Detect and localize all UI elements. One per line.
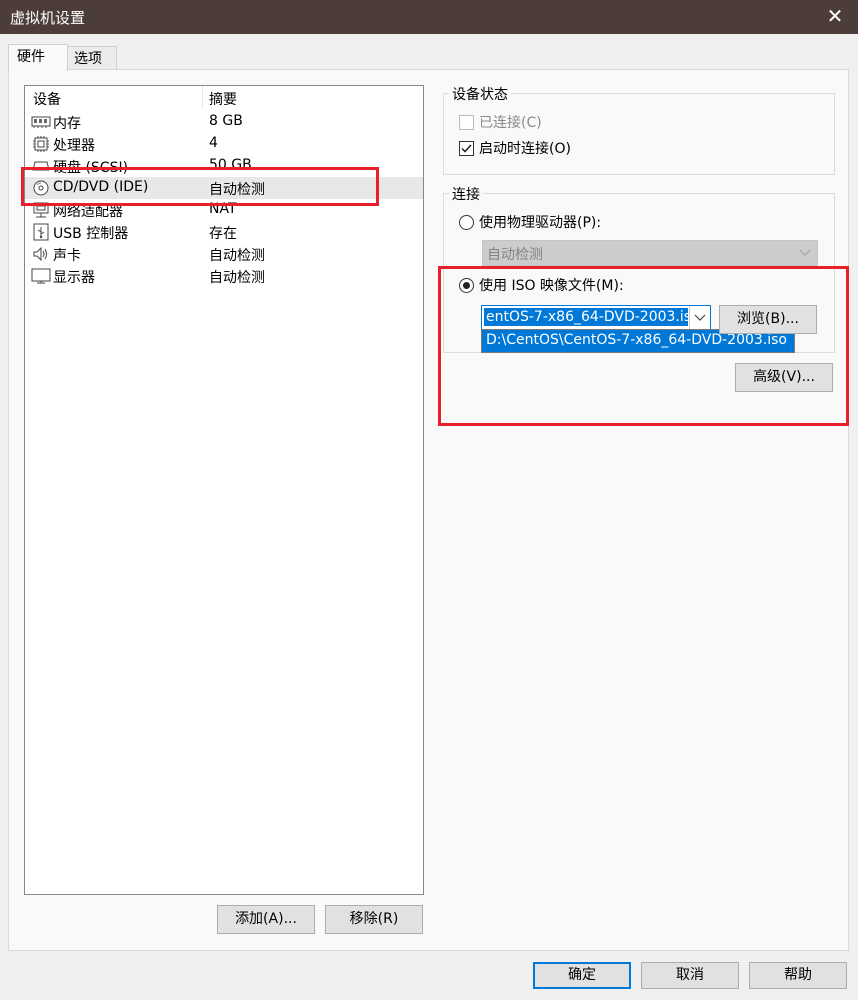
connected-label: 已连接(C) (479, 115, 542, 131)
iso-image-radio[interactable] (459, 278, 474, 293)
physical-drive-label: 使用物理驱动器(P): (479, 215, 602, 231)
iso-path-combobox[interactable]: entOS-7-x86_64-DVD-2003.iso (481, 305, 711, 331)
device-name: 硬盘 (SCSI) (53, 160, 129, 176)
device-name: 网络适配器 (53, 204, 123, 220)
device-name: 处理器 (53, 138, 95, 154)
tab-hardware[interactable]: 硬件 (8, 44, 68, 71)
processor-icon (33, 136, 49, 152)
window-title: 虚拟机设置 (10, 9, 86, 27)
device-status-group (443, 93, 835, 175)
device-row-sound[interactable]: 声卡 自动检测 (25, 243, 423, 265)
radio-dot (463, 282, 470, 289)
column-header-summary[interactable]: 摘要 (209, 89, 237, 109)
remove-button[interactable]: 移除(R) (325, 905, 423, 934)
cd-dvd-icon (33, 180, 49, 196)
physical-drive-value: 自动检测 (487, 247, 543, 263)
chevron-down-icon (694, 314, 706, 321)
memory-icon (31, 116, 51, 128)
device-list[interactable]: 设备 摘要 内存 8 GB 处理器 4 硬盘 (SCSI) 50 GB CD/D… (24, 85, 424, 895)
connection-legend: 连接 (449, 184, 483, 204)
title-bar: 虚拟机设置 ✕ (0, 0, 858, 34)
add-button[interactable]: 添加(A)... (217, 905, 315, 934)
device-row-processor[interactable]: 处理器 4 (25, 133, 423, 155)
column-header-device[interactable]: 设备 (33, 89, 61, 109)
device-row-network-adapter[interactable]: 网络适配器 NAT (25, 199, 423, 221)
iso-path-dropdown-button[interactable] (689, 306, 710, 330)
cancel-button[interactable]: 取消 (641, 962, 739, 989)
chevron-down-icon (799, 249, 811, 256)
advanced-button[interactable]: 高级(V)... (735, 363, 833, 392)
iso-path-option[interactable]: D:\CentOS\CentOS-7-x86_64-DVD-2003.iso (486, 332, 787, 348)
connect-at-power-on-checkbox[interactable] (459, 141, 474, 156)
network-adapter-icon (33, 202, 49, 218)
browse-button[interactable]: 浏览(B)... (719, 305, 817, 334)
device-row-display[interactable]: 显示器 自动检测 (25, 265, 423, 287)
device-row-hard-disk[interactable]: 硬盘 (SCSI) 50 GB (25, 155, 423, 177)
help-button[interactable]: 帮助 (749, 962, 847, 989)
tab-options[interactable]: 选项 (65, 46, 117, 71)
device-summary: 自动检测 (209, 270, 265, 286)
iso-path-input[interactable]: entOS-7-x86_64-DVD-2003.iso (484, 308, 688, 326)
display-icon (31, 268, 51, 284)
device-summary: 50 GB (209, 157, 252, 173)
device-name: CD/DVD (IDE) (53, 179, 149, 195)
device-name: 声卡 (53, 248, 81, 264)
checkmark-icon (461, 144, 472, 153)
iso-image-label: 使用 ISO 映像文件(M): (479, 278, 624, 294)
physical-drive-radio[interactable] (459, 215, 474, 230)
device-summary: 自动检测 (209, 182, 265, 198)
device-name: 显示器 (53, 270, 95, 286)
column-divider[interactable] (202, 86, 203, 108)
device-row-memory[interactable]: 内存 8 GB (25, 111, 423, 133)
list-header: 设备 摘要 (25, 86, 423, 110)
ok-button[interactable]: 确定 (533, 962, 631, 989)
device-summary: 4 (209, 135, 218, 151)
usb-icon (33, 223, 49, 241)
device-summary: NAT (209, 201, 237, 217)
hard-disk-icon (32, 161, 50, 171)
sound-icon (33, 246, 47, 262)
device-summary: 存在 (209, 226, 237, 242)
connected-checkbox[interactable] (459, 115, 474, 130)
device-row-cd-dvd[interactable]: CD/DVD (IDE) 自动检测 (25, 177, 423, 199)
device-name: USB 控制器 (53, 226, 129, 242)
device-row-usb[interactable]: USB 控制器 存在 (25, 221, 423, 243)
device-summary: 8 GB (209, 113, 243, 129)
close-button[interactable]: ✕ (812, 0, 858, 34)
connect-at-power-on-label: 启动时连接(O) (479, 141, 571, 157)
device-name: 内存 (53, 116, 81, 132)
device-status-legend: 设备状态 (449, 84, 511, 104)
physical-drive-select[interactable]: 自动检测 (482, 240, 818, 266)
device-summary: 自动检测 (209, 248, 265, 264)
